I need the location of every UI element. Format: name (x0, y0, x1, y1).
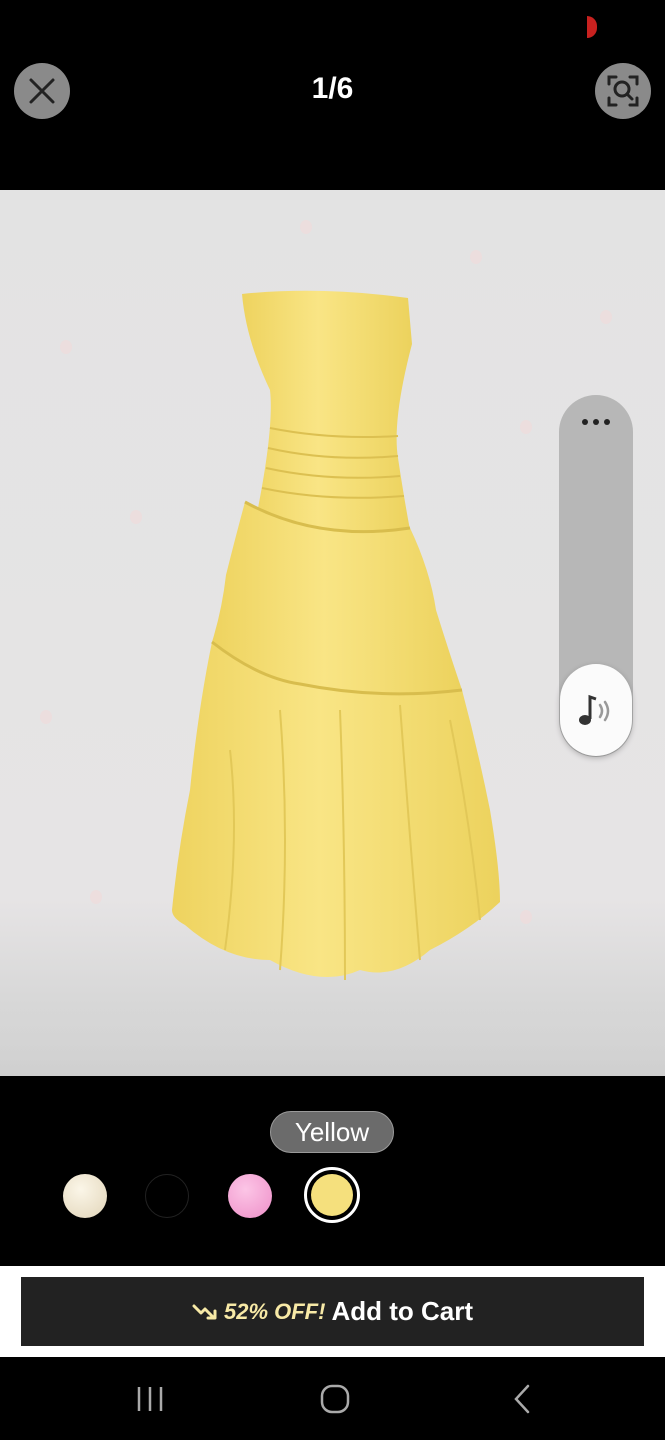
image-counter: 1/6 (311, 72, 354, 105)
trending-down-icon (192, 1304, 217, 1319)
back-button[interactable] (492, 1377, 552, 1421)
image-search-button[interactable] (595, 63, 651, 119)
back-icon (514, 1384, 530, 1414)
add-to-cart-label: Add to Cart (331, 1296, 473, 1326)
recent-apps-button[interactable] (120, 1377, 180, 1421)
image-search-icon (607, 75, 639, 107)
more-horizontal-icon (582, 419, 610, 425)
home-icon (320, 1384, 350, 1414)
more-button[interactable] (559, 405, 633, 439)
color-swatch-yellow-fill (311, 1174, 353, 1216)
selected-color-label: Yellow (270, 1111, 394, 1153)
add-to-cart-button[interactable]: 52% OFF! Add to Cart (21, 1277, 644, 1346)
side-control-panel (559, 395, 633, 757)
color-swatch-cream[interactable] (63, 1174, 107, 1218)
home-button[interactable] (305, 1377, 365, 1421)
music-button[interactable] (560, 664, 632, 756)
discount-text: 52% OFF! (223, 1298, 326, 1324)
color-swatch-yellow-selected[interactable] (304, 1167, 360, 1223)
music-note-icon (579, 694, 610, 725)
color-swatch-black[interactable] (145, 1174, 189, 1218)
color-swatch-pink[interactable] (228, 1174, 272, 1218)
recent-apps-icon (137, 1387, 163, 1411)
